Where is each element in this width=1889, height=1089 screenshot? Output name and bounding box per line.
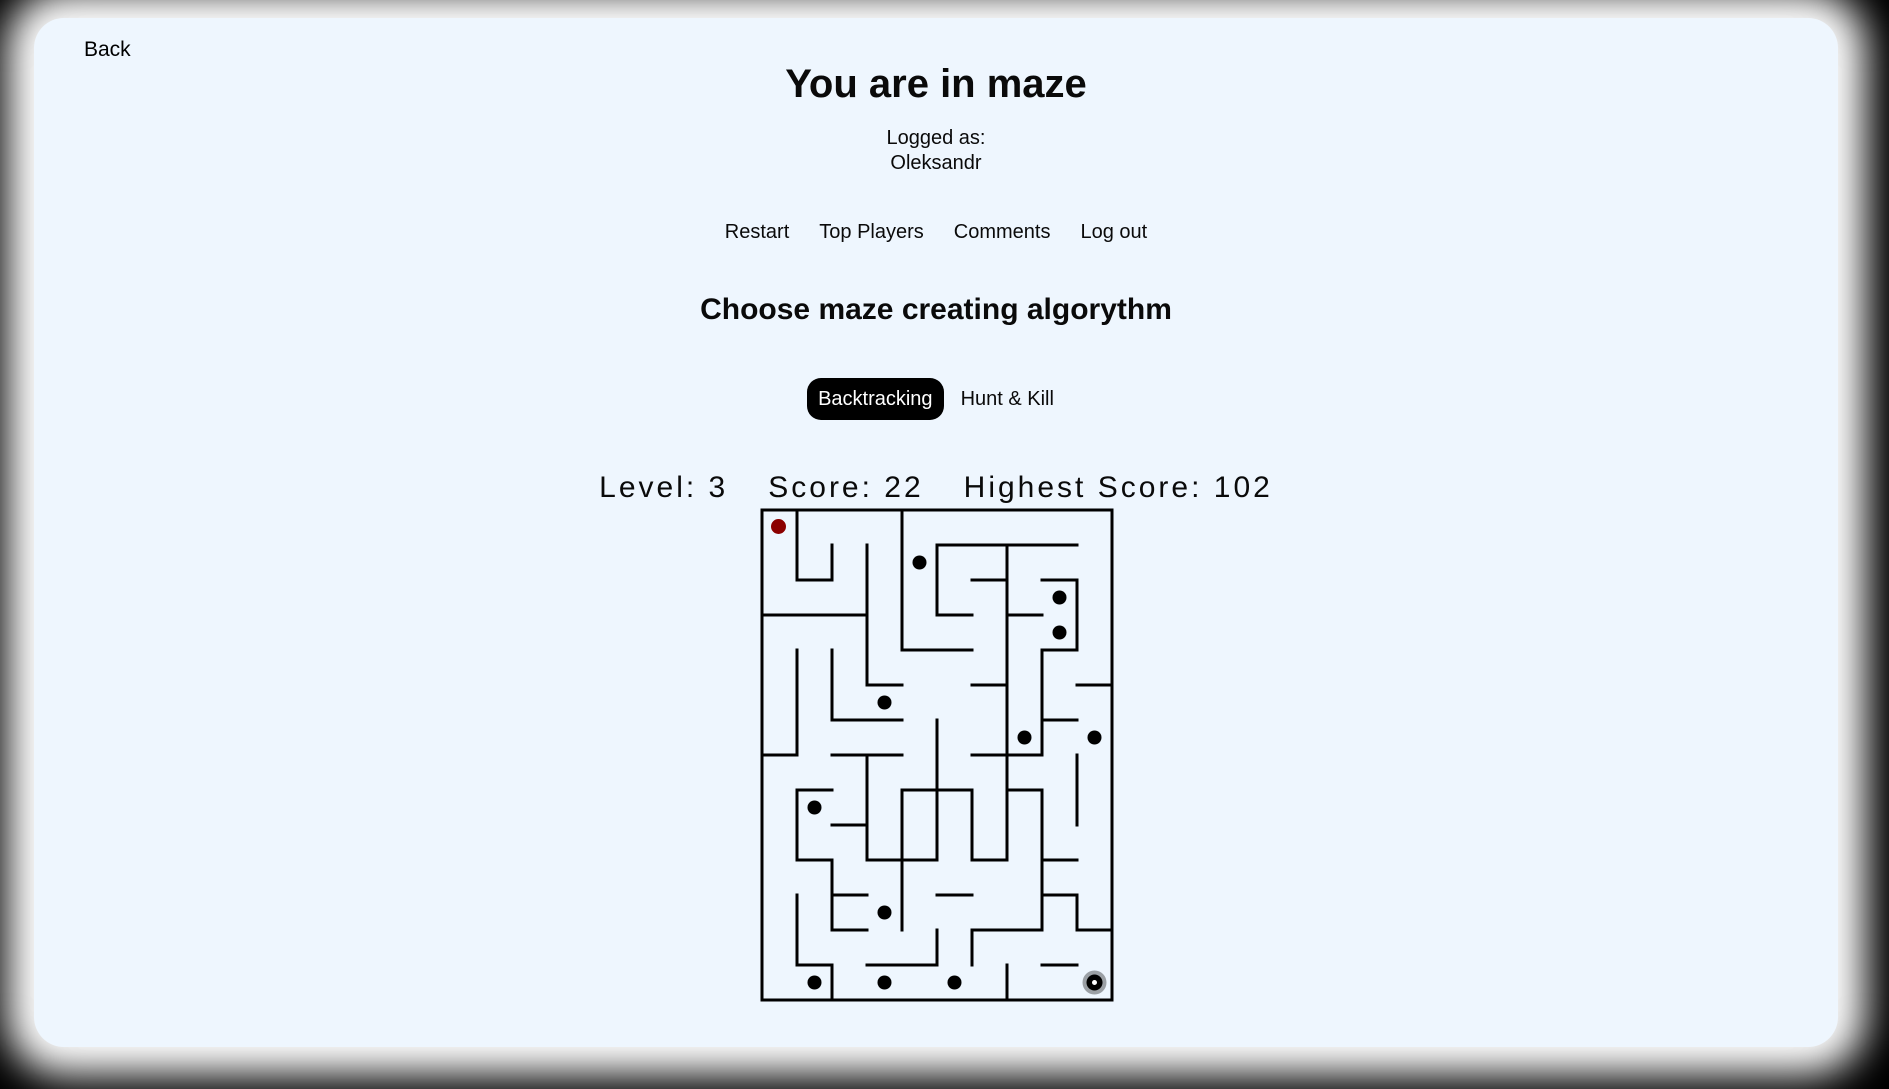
- logged-as-label: Logged as:: [886, 127, 986, 149]
- top-players-link[interactable]: Top Players: [819, 221, 924, 244]
- coin-dot: [807, 800, 822, 815]
- back-link[interactable]: Back: [84, 38, 131, 62]
- coin-dot: [807, 975, 822, 990]
- app-window: Back You are in maze Logged as: Oleksand…: [34, 18, 1838, 1047]
- coin-dot: [877, 975, 892, 990]
- highest-score-display: Highest Score: 102: [963, 471, 1273, 504]
- page-title: You are in maze: [785, 62, 1087, 106]
- exit-marker-core: [1092, 980, 1097, 985]
- coin-dot: [877, 905, 892, 920]
- coin-dot: [1017, 730, 1032, 745]
- coin-dot: [1052, 590, 1067, 605]
- algorithm-selector: Backtracking Hunt & Kill: [34, 378, 1838, 420]
- game-stats: Level: 3 Score: 22 Highest Score: 102: [34, 471, 1838, 505]
- score-display: Score: 22: [768, 471, 924, 504]
- comments-link[interactable]: Comments: [954, 221, 1051, 244]
- coin-dot: [1052, 625, 1067, 640]
- main-nav: Restart Top Players Comments Log out: [34, 221, 1838, 244]
- level-display: Level: 3: [599, 471, 729, 504]
- hunt-kill-button[interactable]: Hunt & Kill: [950, 378, 1065, 420]
- backtracking-button[interactable]: Backtracking: [807, 378, 944, 420]
- maze-board[interactable]: [760, 508, 1120, 1008]
- coin-dot: [912, 555, 927, 570]
- player-marker: [771, 519, 786, 534]
- username: Oleksandr: [890, 152, 982, 174]
- algorithm-heading: Choose maze creating algorythm: [700, 293, 1172, 326]
- logout-link[interactable]: Log out: [1080, 221, 1147, 244]
- restart-link[interactable]: Restart: [725, 221, 789, 244]
- coin-dot: [877, 695, 892, 710]
- coin-dot: [1087, 730, 1102, 745]
- coin-dot: [947, 975, 962, 990]
- maze-canvas[interactable]: [760, 508, 1120, 1008]
- login-info: Logged as: Oleksandr: [34, 126, 1838, 176]
